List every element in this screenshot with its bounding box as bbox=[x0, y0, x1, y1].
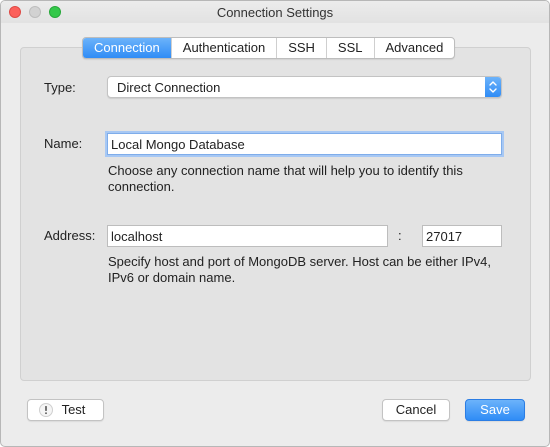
address-label: Address: bbox=[44, 228, 96, 243]
test-button[interactable]: Test bbox=[27, 399, 104, 421]
address-help-text: Specify host and port of MongoDB server.… bbox=[108, 254, 491, 285]
tab-authentication[interactable]: Authentication bbox=[170, 38, 276, 58]
name-help-text: Choose any connection name that will hel… bbox=[108, 163, 463, 194]
window-title: Connection Settings bbox=[216, 5, 334, 20]
select-stepper-icon[interactable] bbox=[485, 77, 501, 97]
connection-type-value: Direct Connection bbox=[117, 80, 221, 95]
connection-type-select[interactable]: Direct Connection bbox=[107, 76, 502, 98]
port-input[interactable] bbox=[422, 225, 502, 247]
cancel-button[interactable]: Cancel bbox=[382, 399, 450, 421]
connection-settings-window: Connection Settings Connection Authentic… bbox=[0, 0, 550, 447]
port-separator: : bbox=[398, 228, 402, 243]
tab-bar: Connection Authentication SSH SSL Advanc… bbox=[82, 37, 456, 59]
save-button[interactable]: Save bbox=[465, 399, 525, 421]
test-button-label: Test bbox=[61, 402, 86, 417]
connection-name-input[interactable] bbox=[107, 133, 502, 155]
type-label: Type: bbox=[44, 80, 76, 95]
host-input[interactable] bbox=[107, 225, 388, 247]
tab-ssh[interactable]: SSH bbox=[276, 38, 326, 58]
tab-ssl[interactable]: SSL bbox=[325, 38, 374, 58]
tab-connection[interactable]: Connection bbox=[83, 38, 171, 58]
name-label: Name: bbox=[44, 136, 83, 151]
warning-icon bbox=[39, 403, 53, 417]
tab-advanced[interactable]: Advanced bbox=[373, 38, 455, 58]
title-bar[interactable]: Connection Settings bbox=[1, 1, 549, 23]
